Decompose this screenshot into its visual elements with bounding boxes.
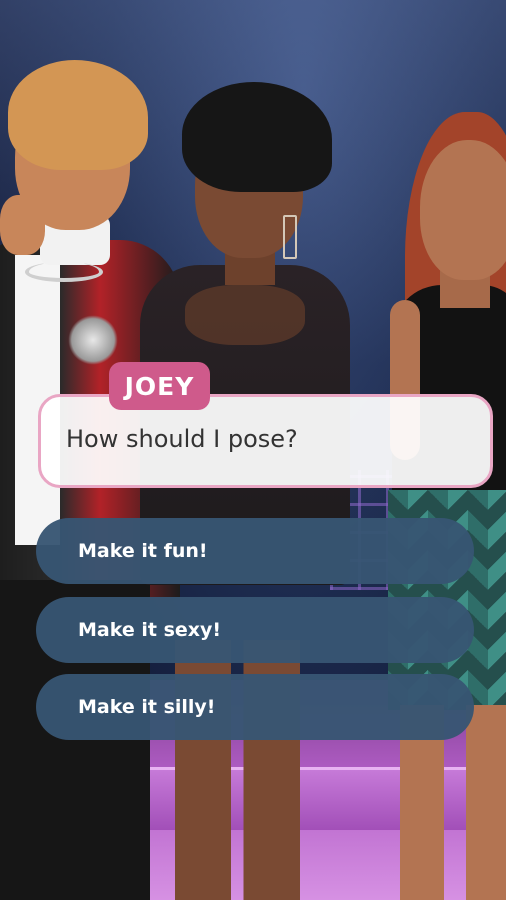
dialogue-text: How should I pose? (66, 425, 298, 453)
choice-button-silly[interactable]: Make it silly! (36, 674, 474, 740)
choice-label: Make it fun! (78, 540, 208, 562)
character-middle-lace (185, 285, 305, 345)
chain-necklace-icon (25, 262, 103, 282)
dialogue-bubble: How should I pose? (38, 394, 493, 488)
choice-label: Make it sexy! (78, 619, 222, 641)
speaker-name-tag: JOEY (109, 362, 210, 410)
choice-button-fun[interactable]: Make it fun! (36, 518, 474, 584)
character-left-hair (8, 60, 148, 170)
character-left-hand (0, 195, 45, 255)
character-middle-hair (182, 82, 332, 192)
earring-icon (283, 215, 297, 259)
character-right-head (420, 140, 506, 280)
choice-button-sexy[interactable]: Make it sexy! (36, 597, 474, 663)
rose-patch-icon (68, 315, 118, 365)
game-scene: How should I pose? JOEY Make it fun! Mak… (0, 0, 506, 900)
choice-label: Make it silly! (78, 696, 216, 718)
